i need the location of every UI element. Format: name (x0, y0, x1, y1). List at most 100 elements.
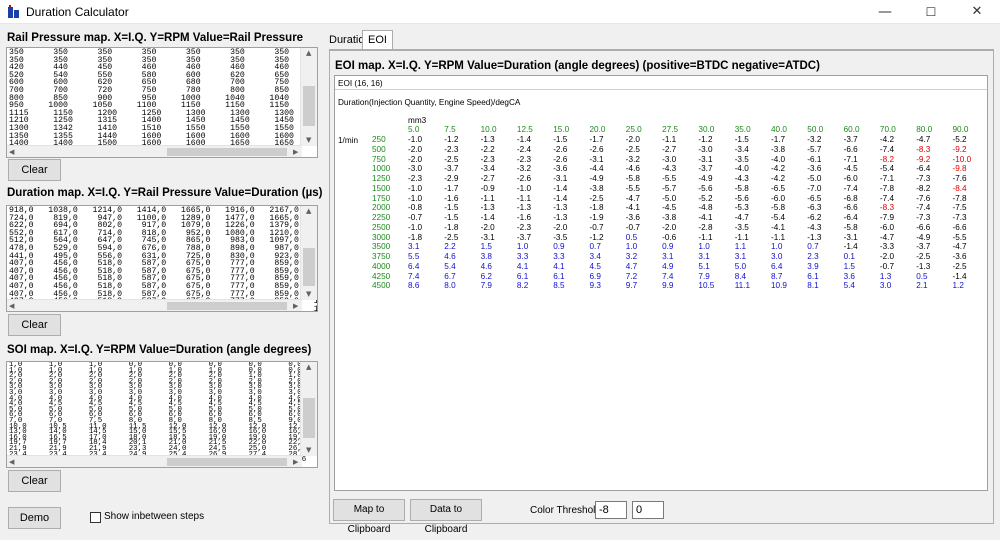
rail-map-textbox[interactable]: 350 350 350 350 350 350 350 350 350 350 3… (6, 47, 318, 158)
eoi-cell[interactable]: -3.5 (553, 233, 567, 242)
eoi-cell[interactable]: 6.1 (517, 272, 528, 281)
eoi-cell[interactable]: -1.0 (408, 223, 422, 232)
eoi-cell[interactable]: -1.0 (408, 135, 422, 144)
eoi-cell[interactable]: -2.0 (481, 223, 495, 232)
eoi-cell[interactable]: -1.1 (481, 194, 495, 203)
eoi-cell[interactable]: -3.1 (590, 155, 604, 164)
eoi-cell[interactable]: -5.2 (953, 135, 967, 144)
soi-map-textbox[interactable]: 1,0 1,0 1,0 0,0 0,0 0,0 0,0 0,0 1,0 1,0 1… (6, 361, 318, 468)
eoi-cell[interactable]: -5.6 (698, 184, 712, 193)
eoi-cell[interactable]: 5.1 (698, 262, 709, 271)
eoi-cell[interactable]: -5.4 (771, 213, 785, 222)
eoi-cell[interactable]: -2.6 (553, 145, 567, 154)
eoi-cell[interactable]: 8.0 (444, 281, 455, 290)
scroll-down-icon[interactable]: ▼ (306, 290, 311, 298)
eoi-cell[interactable]: 7.9 (481, 281, 492, 290)
eoi-cell[interactable]: -3.4 (735, 145, 749, 154)
eoi-cell[interactable]: 7.4 (662, 272, 673, 281)
eoi-cell[interactable]: -4.9 (916, 233, 930, 242)
eoi-cell[interactable]: 0.1 (844, 252, 855, 261)
eoi-cell[interactable]: -6.3 (807, 203, 821, 212)
eoi-cell[interactable]: -2.3 (481, 155, 495, 164)
eoi-cell[interactable]: -1.4 (553, 194, 567, 203)
scroll-left-icon[interactable]: ◀ (9, 148, 14, 156)
scroll-up-icon[interactable]: ▲ (306, 49, 311, 57)
rail-hscroll-thumb[interactable] (167, 148, 287, 156)
eoi-cell[interactable]: -4.7 (626, 194, 640, 203)
eoi-cell[interactable]: -4.5 (844, 164, 858, 173)
eoi-cell[interactable]: 9.9 (662, 281, 673, 290)
eoi-cell[interactable]: 3.1 (698, 252, 709, 261)
eoi-cell[interactable]: -1.5 (444, 213, 458, 222)
eoi-cell[interactable]: -6.0 (844, 174, 858, 183)
duration-hscroll[interactable]: ◀ ▶ (7, 299, 302, 311)
eoi-cell[interactable]: -1.8 (408, 233, 422, 242)
eoi-cell[interactable]: -7.8 (953, 194, 967, 203)
eoi-cell[interactable]: -6.1 (807, 155, 821, 164)
eoi-cell[interactable]: -1.5 (735, 135, 749, 144)
minimize-button[interactable]: — (862, 0, 908, 24)
eoi-cell[interactable]: 3.0 (771, 252, 782, 261)
eoi-cell[interactable]: -6.6 (844, 203, 858, 212)
eoi-cell[interactable]: 0.5 (916, 272, 927, 281)
eoi-cell[interactable]: -3.3 (880, 242, 894, 251)
eoi-cell[interactable]: -1.8 (590, 203, 604, 212)
eoi-cell[interactable]: -2.8 (698, 223, 712, 232)
eoi-cell[interactable]: -2.3 (517, 223, 531, 232)
scroll-left-icon[interactable]: ◀ (9, 458, 14, 466)
eoi-cell[interactable]: -7.4 (880, 194, 894, 203)
eoi-cell[interactable]: -2.0 (626, 135, 640, 144)
eoi-cell[interactable]: -7.1 (880, 174, 894, 183)
eoi-cell[interactable]: -5.3 (735, 203, 749, 212)
eoi-cell[interactable]: 3.3 (553, 252, 564, 261)
eoi-cell[interactable]: -1.1 (771, 233, 785, 242)
eoi-cell[interactable]: -7.3 (916, 174, 930, 183)
eoi-cell[interactable]: -2.0 (553, 223, 567, 232)
duration-vscroll[interactable]: ▲ ▼ (300, 206, 317, 300)
eoi-cell[interactable]: -8.4 (953, 184, 967, 193)
eoi-cell[interactable]: -3.4 (481, 164, 495, 173)
eoi-cell[interactable]: -4.1 (698, 213, 712, 222)
eoi-cell[interactable]: 6.1 (807, 272, 818, 281)
eoi-cell[interactable]: -5.8 (844, 223, 858, 232)
eoi-cell[interactable]: -7.5 (953, 203, 967, 212)
eoi-cell[interactable]: 5.4 (844, 281, 855, 290)
eoi-cell[interactable]: -3.7 (916, 242, 930, 251)
eoi-cell[interactable]: -4.3 (662, 164, 676, 173)
eoi-cell[interactable]: 3.8 (481, 252, 492, 261)
eoi-cell[interactable]: 4.1 (517, 262, 528, 271)
eoi-cell[interactable]: -5.0 (662, 194, 676, 203)
eoi-cell[interactable]: -1.4 (844, 242, 858, 251)
eoi-cell[interactable]: -1.1 (662, 135, 676, 144)
eoi-cell[interactable]: 9.7 (626, 281, 637, 290)
eoi-cell[interactable]: -9.2 (916, 155, 930, 164)
eoi-cell[interactable]: 2.3 (807, 252, 818, 261)
eoi-cell[interactable]: 5.5 (408, 252, 419, 261)
eoi-cell[interactable]: 4.7 (626, 262, 637, 271)
tab-eoi[interactable]: EOI (362, 30, 393, 50)
eoi-cell[interactable]: -2.2 (481, 145, 495, 154)
scroll-up-icon[interactable]: ▲ (306, 207, 311, 215)
eoi-cell[interactable]: -3.1 (553, 174, 567, 183)
eoi-cell[interactable]: -7.4 (844, 184, 858, 193)
duration-map-textbox[interactable]: 918,0 1038,0 1214,0 1414,0 1665,0 1916,0… (6, 205, 318, 312)
eoi-cell[interactable]: -6.0 (880, 223, 894, 232)
eoi-cell[interactable]: -3.2 (626, 155, 640, 164)
eoi-cell[interactable]: 8.1 (807, 281, 818, 290)
soi-vscroll[interactable]: ▲ ▼ (300, 362, 317, 456)
eoi-cell[interactable]: -7.3 (916, 213, 930, 222)
eoi-cell[interactable]: 9.3 (590, 281, 601, 290)
eoi-cell[interactable]: -6.5 (807, 194, 821, 203)
eoi-cell[interactable]: -4.6 (626, 164, 640, 173)
eoi-cell[interactable]: -3.1 (844, 233, 858, 242)
eoi-cell[interactable]: -10.0 (953, 155, 972, 164)
eoi-cell[interactable]: -2.6 (517, 174, 531, 183)
eoi-cell[interactable]: -1.8 (444, 223, 458, 232)
eoi-cell[interactable]: 11.1 (735, 281, 750, 290)
eoi-cell[interactable]: -6.5 (771, 184, 785, 193)
scroll-left-icon[interactable]: ◀ (9, 302, 14, 310)
eoi-cell[interactable]: -8.2 (916, 184, 930, 193)
eoi-cell[interactable]: 5.4 (444, 262, 455, 271)
soi-vscroll-thumb[interactable] (303, 398, 315, 438)
eoi-cell[interactable]: -2.5 (626, 145, 640, 154)
